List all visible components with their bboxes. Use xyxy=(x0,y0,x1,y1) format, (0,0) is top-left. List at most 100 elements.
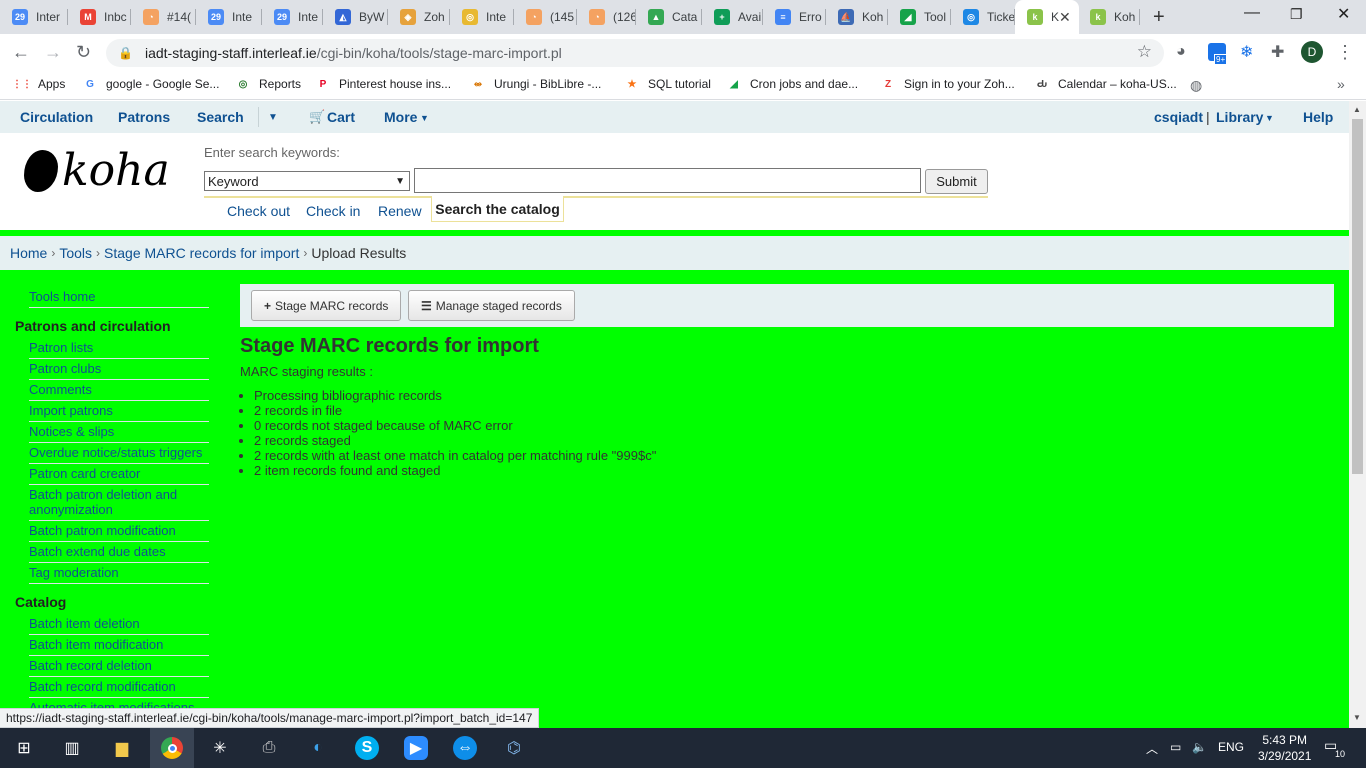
browser-tab[interactable]: ⛵ Koh xyxy=(826,0,888,34)
browser-tab[interactable]: ▲ Cata xyxy=(636,0,702,34)
tab-check-in[interactable]: Check in xyxy=(306,203,360,219)
search-type-select[interactable]: Keyword ▼ xyxy=(204,171,410,191)
close-tab-icon[interactable]: ✕ xyxy=(1059,9,1071,26)
sidebar-item[interactable]: Comments xyxy=(29,380,209,401)
nav-cart[interactable]: Cart xyxy=(327,109,355,125)
stage-marc-records-button[interactable]: + Stage MARC records xyxy=(251,290,402,321)
menu-kebab-icon[interactable]: ⋮ xyxy=(1336,42,1354,63)
sidebar-item[interactable]: Batch item modification xyxy=(29,635,209,656)
bookmark-item[interactable]: ◎ Reports xyxy=(235,76,301,92)
address-bar[interactable]: 🔒 iadt-staging-staff.interleaf.ie/cgi-bi… xyxy=(106,39,1164,67)
browser-tab[interactable]: 29 Inte xyxy=(196,0,262,34)
scroll-down-icon[interactable]: ▼ xyxy=(1353,713,1361,722)
browser-tab[interactable]: k K ✕ xyxy=(1015,0,1079,34)
bookmarks-overflow-icon[interactable]: » xyxy=(1337,76,1345,92)
bookmark-item[interactable]: ★ SQL tutorial xyxy=(624,76,711,92)
tray-chevron-icon[interactable]: ︿ xyxy=(1146,740,1158,757)
sidebar-item[interactable]: Import patrons xyxy=(29,401,209,422)
nav-patrons[interactable]: Patrons xyxy=(118,109,170,125)
volume-icon[interactable]: 🔈 xyxy=(1192,740,1207,754)
breadcrumb-home[interactable]: Home xyxy=(10,245,47,261)
nav-user[interactable]: csqiadt xyxy=(1154,109,1203,125)
bookmark-item[interactable]: Z Sign in to your Zoh... xyxy=(880,76,1015,92)
restore-button[interactable]: ❐ xyxy=(1290,6,1303,23)
browser-tab[interactable]: ≡ Erro xyxy=(763,0,826,34)
bookmark-item[interactable]: ⋮⋮ Apps xyxy=(12,76,65,92)
breadcrumb-tools[interactable]: Tools xyxy=(59,245,92,261)
extensions-puzzle-icon[interactable]: ✚ xyxy=(1271,42,1284,62)
browser-tab[interactable]: ◎ Ticke xyxy=(951,0,1015,34)
sidebar-item[interactable]: Overdue notice/status triggers xyxy=(29,443,209,464)
file-explorer-icon[interactable]: ▆ xyxy=(110,736,134,760)
cart-icon[interactable]: 🛒 xyxy=(309,109,325,125)
vertical-scrollbar[interactable]: ▲ ▼ xyxy=(1349,101,1366,728)
nav-circulation[interactable]: Circulation xyxy=(20,109,93,125)
scrollbar-thumb[interactable] xyxy=(1352,119,1363,474)
globe-icon[interactable]: ◍ xyxy=(1190,77,1202,94)
zoom-icon[interactable]: ▶ xyxy=(404,736,428,760)
bookmark-item[interactable]: ◢ Cron jobs and dae... xyxy=(726,76,858,92)
reload-icon[interactable]: ↻ xyxy=(76,42,91,63)
search-input[interactable] xyxy=(414,168,921,193)
nav-more[interactable]: More xyxy=(384,109,417,125)
breadcrumb-stage[interactable]: Stage MARC records for import xyxy=(104,245,299,261)
browser-tab[interactable]: ◭ ByW xyxy=(323,0,388,34)
bookmark-star-icon[interactable]: ☆ xyxy=(1137,42,1152,62)
sidebar-item[interactable]: Notices & slips xyxy=(29,422,209,443)
sidebar-item[interactable]: Batch extend due dates xyxy=(29,542,209,563)
skype-icon[interactable]: S xyxy=(355,736,379,760)
sidebar-item[interactable]: Patron clubs xyxy=(29,359,209,380)
sidebar-item[interactable]: Tag moderation xyxy=(29,563,209,584)
nav-help[interactable]: Help xyxy=(1303,109,1333,125)
sidebar-item[interactable]: Batch patron modification xyxy=(29,521,209,542)
nav-library[interactable]: Library xyxy=(1216,109,1263,125)
tab-renew[interactable]: Renew xyxy=(378,203,422,219)
back-icon[interactable]: ← xyxy=(12,42,30,63)
extension-circle-icon[interactable]: ◕ xyxy=(1176,43,1186,61)
koha-logo[interactable]: koha xyxy=(24,145,170,196)
bookmark-item[interactable]: ⥈ Urungi - BibLibre -... xyxy=(470,76,601,92)
nav-search[interactable]: Search xyxy=(197,109,244,125)
browser-tab[interactable]: 29 Inte xyxy=(262,0,323,34)
tab-search-catalog[interactable]: Search the catalog xyxy=(431,196,564,222)
browser-tab[interactable]: ◔ #14( xyxy=(131,0,196,34)
sidebar-item[interactable]: Batch patron deletion and anonymization xyxy=(29,485,209,521)
browser-tab[interactable]: 29 Inter xyxy=(0,0,68,34)
manage-staged-records-button[interactable]: ☰ Manage staged records xyxy=(408,290,575,321)
scroll-up-icon[interactable]: ▲ xyxy=(1353,105,1361,114)
clock[interactable]: 5:43 PM 3/29/2021 xyxy=(1258,732,1311,764)
slack-icon[interactable]: ✳ xyxy=(208,736,232,760)
sidebar-item[interactable]: Batch record deletion xyxy=(29,656,209,677)
sidebar-item[interactable]: Patron lists xyxy=(29,338,209,359)
forward-icon[interactable]: → xyxy=(44,42,62,63)
search-dropdown-caret-icon[interactable]: ▼ xyxy=(268,112,278,123)
mysql-workbench-icon[interactable]: ⌬ xyxy=(502,736,526,760)
sidebar-item-tools-home[interactable]: Tools home xyxy=(29,287,209,308)
tab-check-out[interactable]: Check out xyxy=(227,203,290,219)
teamviewer-icon[interactable]: ⇔ xyxy=(453,736,477,760)
browser-tab[interactable]: M Inbc xyxy=(68,0,131,34)
language-indicator[interactable]: ENG xyxy=(1218,740,1244,754)
chrome-taskbar-icon[interactable] xyxy=(150,728,194,768)
minimize-button[interactable]: — xyxy=(1244,4,1260,22)
browser-tab[interactable]: ◈ Zoh xyxy=(388,0,450,34)
printer-icon[interactable]: ⎙ xyxy=(257,736,281,760)
sidebar-item[interactable]: Patron card creator xyxy=(29,464,209,485)
sidebar-item[interactable]: Batch record modification xyxy=(29,677,209,698)
bookmark-item[interactable]: P Pinterest house ins... xyxy=(315,76,451,92)
browser-tab[interactable]: ◢ Tool xyxy=(888,0,951,34)
bookmark-item[interactable]: Ԃ Calendar – koha-US... xyxy=(1034,76,1177,92)
submit-button[interactable]: Submit xyxy=(925,169,988,194)
browser-tab[interactable]: ◎ Inte xyxy=(450,0,514,34)
bookmark-item[interactable]: Ggoogle - Google Se... xyxy=(82,76,219,92)
new-tab-button[interactable]: + xyxy=(1153,6,1165,29)
sidebar-item[interactable]: Batch item deletion xyxy=(29,614,209,635)
browser-tab[interactable]: ◔ (126 xyxy=(577,0,636,34)
windows-start-icon[interactable]: ⊞ xyxy=(12,736,36,760)
profile-avatar[interactable]: D xyxy=(1301,41,1323,63)
task-view-icon[interactable]: ▥ xyxy=(60,736,84,760)
browser-tab[interactable]: + Avai xyxy=(702,0,763,34)
extension-snowflake-icon[interactable]: ❄ xyxy=(1240,42,1253,62)
close-window-button[interactable]: ✕ xyxy=(1337,4,1350,24)
browser-tab[interactable]: k Koh xyxy=(1078,0,1140,34)
